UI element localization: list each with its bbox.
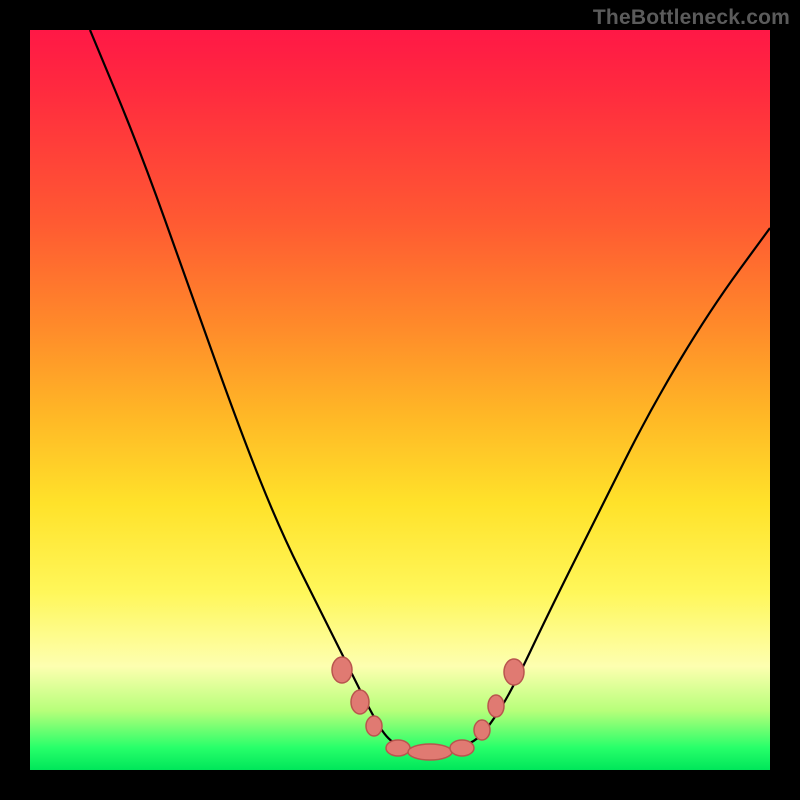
- plot-area: [30, 30, 770, 770]
- chart-frame: TheBottleneck.com: [0, 0, 800, 800]
- background-gradient: [30, 30, 770, 770]
- watermark-text: TheBottleneck.com: [593, 6, 790, 30]
